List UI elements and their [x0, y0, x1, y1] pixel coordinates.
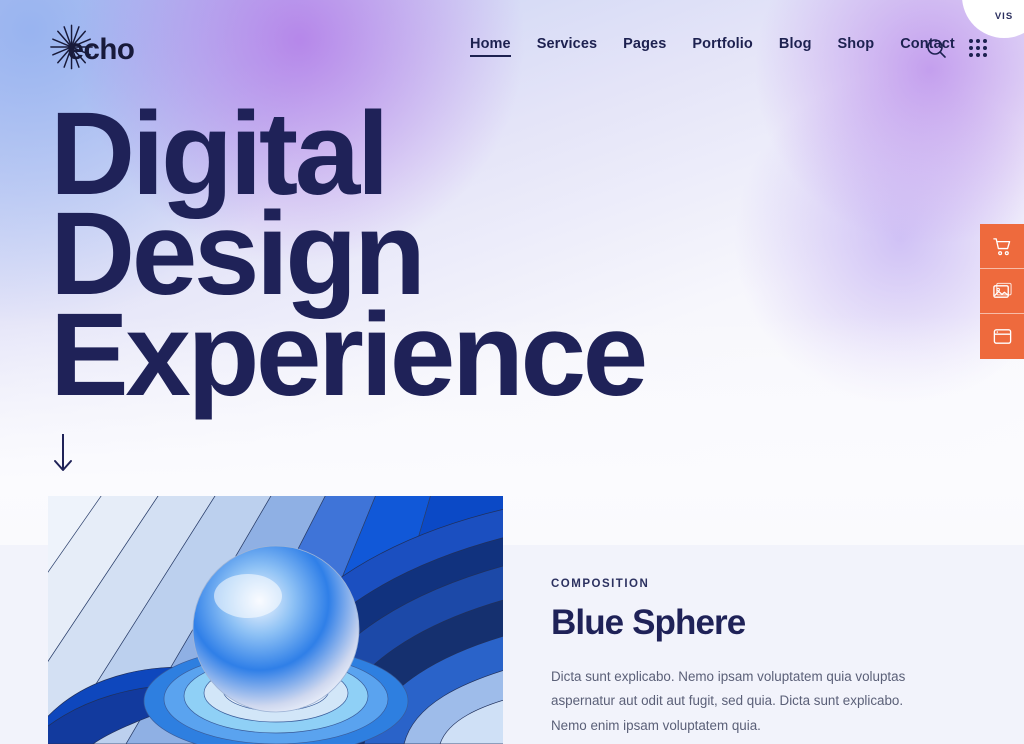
corner-badge[interactable]: VIS [962, 0, 1024, 38]
feature-body: Dicta sunt explicabo. Nemo ipsam volupta… [551, 669, 906, 733]
search-icon [926, 38, 946, 58]
landing-page: echo Home Services Pages Portfolio Blog … [0, 0, 1024, 744]
gallery-button[interactable] [980, 269, 1024, 314]
browser-window-button[interactable] [980, 314, 1024, 359]
shopping-cart-icon [992, 237, 1010, 255]
nav-item-home[interactable]: Home [470, 36, 511, 57]
header-actions [922, 34, 992, 62]
feature-copy: COMPOSITION Blue Sphere Dicta sunt expli… [551, 578, 951, 738]
nav-item-pages[interactable]: Pages [623, 36, 666, 57]
gallery-images-icon [992, 282, 1012, 298]
cart-button[interactable] [980, 224, 1024, 269]
feature-image[interactable] [48, 496, 503, 744]
starburst-icon: echo [50, 24, 135, 70]
hero-section: Digital Design Experience [50, 95, 648, 421]
search-button[interactable] [922, 34, 950, 62]
blue-sphere-artwork [48, 496, 503, 744]
scroll-down-button[interactable] [50, 432, 76, 479]
site-header: echo Home Services Pages Portfolio Blog … [0, 0, 1024, 95]
nav-item-shop[interactable]: Shop [838, 36, 875, 57]
main-navigation: Home Services Pages Portfolio Blog Shop … [470, 36, 955, 57]
floating-side-rail [980, 224, 1024, 359]
feature-section: COMPOSITION Blue Sphere Dicta sunt expli… [0, 496, 1024, 744]
arrow-down-icon [54, 434, 72, 471]
hero-line-3: Experience [50, 288, 648, 421]
grid-menu-icon [968, 38, 988, 58]
nav-item-blog[interactable]: Blog [779, 36, 812, 57]
feature-title: Blue Sphere [551, 603, 746, 642]
page-title: Digital Design Experience [50, 95, 648, 421]
nav-item-portfolio[interactable]: Portfolio [692, 36, 753, 57]
brand-wordmark: echo [68, 33, 135, 66]
grid-menu-button[interactable] [964, 34, 992, 62]
corner-badge-label: VIS [994, 11, 1014, 22]
nav-item-services[interactable]: Services [537, 36, 597, 57]
browser-window-icon [993, 329, 1011, 344]
feature-eyebrow: COMPOSITION [551, 578, 650, 590]
brand-logo[interactable]: echo [46, 22, 156, 72]
